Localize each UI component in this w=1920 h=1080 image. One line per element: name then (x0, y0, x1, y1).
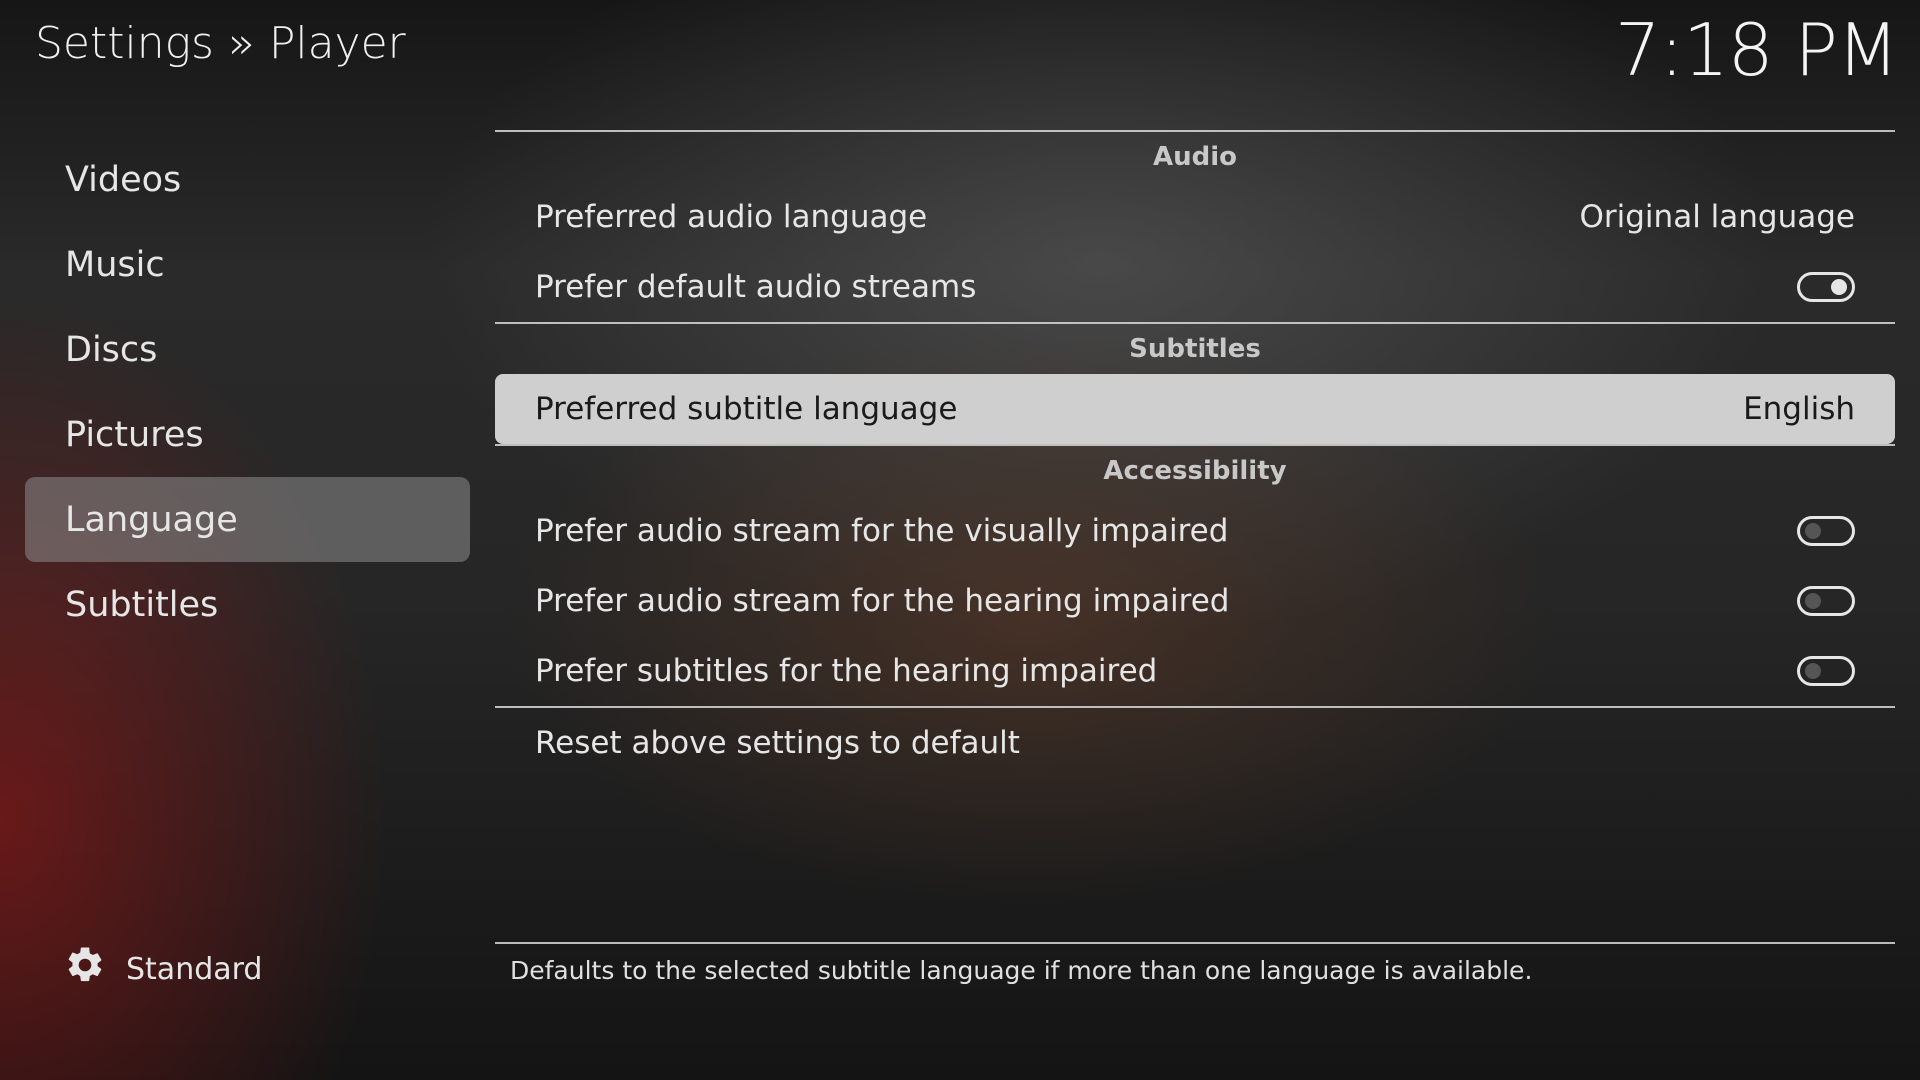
setting-label: Prefer default audio streams (535, 269, 977, 305)
setting-label: Reset above settings to default (535, 725, 1020, 761)
sidebar-item-label: Music (65, 244, 165, 285)
sidebar-item-pictures[interactable]: Pictures (25, 392, 470, 477)
sidebar-item-label: Language (65, 499, 238, 540)
preferred-audio-language-setting[interactable]: Preferred audio language Original langua… (495, 182, 1895, 252)
sidebar-item-videos[interactable]: Videos (25, 137, 470, 222)
footer-divider (495, 942, 1895, 944)
setting-label: Preferred subtitle language (535, 391, 958, 427)
setting-value: English (1743, 391, 1855, 427)
setting-label: Prefer audio stream for the hearing impa… (535, 583, 1230, 619)
settings-list: Audio Preferred audio language Original … (495, 130, 1895, 778)
sidebar: Videos Music Discs Pictures Language Sub… (25, 137, 470, 647)
toggle-switch[interactable] (1797, 586, 1855, 616)
setting-label: Preferred audio language (535, 199, 928, 235)
divider (495, 130, 1895, 132)
toggle-knob (1805, 523, 1821, 539)
gear-icon (64, 944, 106, 994)
settings-level-label: Standard (126, 951, 263, 987)
sidebar-item-label: Videos (65, 159, 182, 200)
page-title: Settings » Player (35, 18, 406, 69)
toggle-switch[interactable] (1797, 516, 1855, 546)
sidebar-item-label: Discs (65, 329, 158, 370)
settings-level-button[interactable]: Standard (64, 944, 262, 994)
hearing-impaired-subtitles-setting[interactable]: Prefer subtitles for the hearing impaire… (495, 636, 1895, 706)
toggle-switch[interactable] (1797, 656, 1855, 686)
setting-label: Prefer audio stream for the visually imp… (535, 513, 1229, 549)
divider (495, 322, 1895, 324)
divider (495, 706, 1895, 708)
section-header-audio: Audio (1152, 142, 1238, 172)
clock: 7:18 PM (1614, 8, 1899, 92)
sidebar-item-music[interactable]: Music (25, 222, 470, 307)
setting-value: Original language (1579, 199, 1856, 235)
sidebar-item-discs[interactable]: Discs (25, 307, 470, 392)
toggle-knob (1805, 663, 1821, 679)
toggle-knob (1831, 279, 1847, 295)
toggle-knob (1805, 593, 1821, 609)
sidebar-item-label: Subtitles (65, 584, 219, 625)
toggle-switch[interactable] (1797, 272, 1855, 302)
sidebar-item-language[interactable]: Language (25, 477, 470, 562)
setting-label: Prefer subtitles for the hearing impaire… (535, 653, 1158, 689)
section-header-accessibility: Accessibility (1103, 456, 1287, 486)
prefer-default-audio-streams-setting[interactable]: Prefer default audio streams (495, 252, 1895, 322)
setting-description: Defaults to the selected subtitle langua… (510, 956, 1533, 985)
visually-impaired-audio-setting[interactable]: Prefer audio stream for the visually imp… (495, 496, 1895, 566)
preferred-subtitle-language-setting[interactable]: Preferred subtitle language English (495, 374, 1895, 444)
sidebar-item-label: Pictures (65, 414, 204, 455)
section-header-subtitles: Subtitles (1129, 334, 1261, 364)
sidebar-item-subtitles[interactable]: Subtitles (25, 562, 470, 647)
divider (495, 444, 1895, 446)
hearing-impaired-audio-setting[interactable]: Prefer audio stream for the hearing impa… (495, 566, 1895, 636)
reset-settings-button[interactable]: Reset above settings to default (495, 708, 1895, 778)
